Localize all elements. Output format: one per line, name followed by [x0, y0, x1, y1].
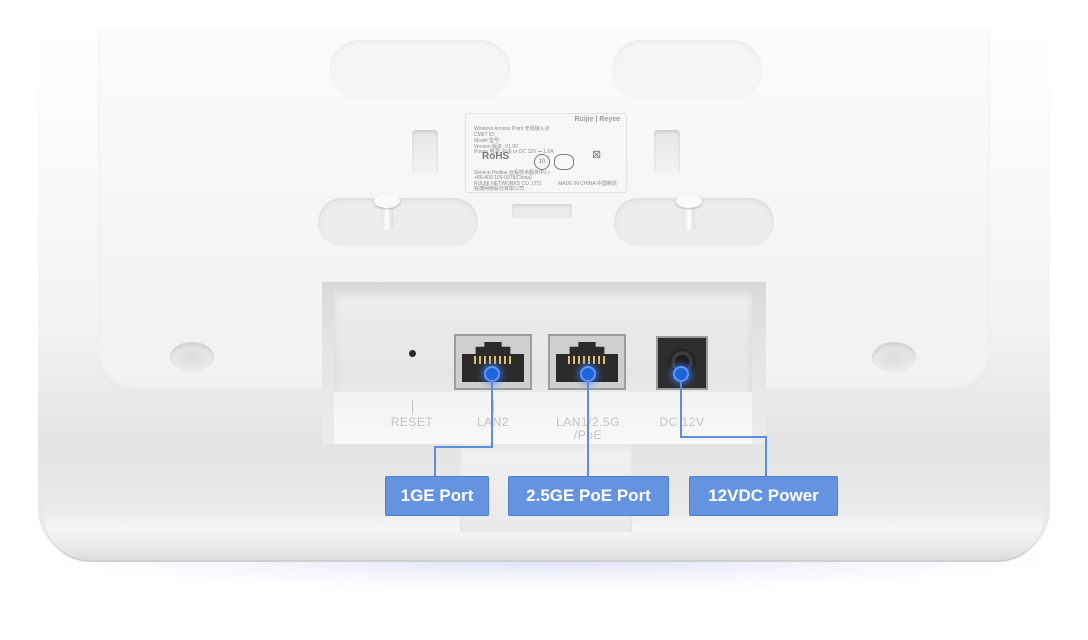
label-line: MADE IN CHINA 中国制造	[558, 181, 617, 187]
product-photo: Ruijie | Reyee Wireless Access Point 无线接…	[0, 0, 1088, 640]
lan2-engraving: LAN2	[476, 415, 510, 429]
callout-line	[491, 374, 493, 448]
dc-highlight-dot	[673, 366, 689, 382]
callout-line	[680, 436, 766, 438]
mount-peg-left	[374, 194, 400, 232]
mount-slot-right	[654, 130, 680, 174]
mount-slot-left	[412, 130, 438, 174]
mount-peg-right	[676, 194, 702, 232]
center-notch	[512, 204, 572, 218]
product-label: Ruijie | Reyee Wireless Access Point 无线接…	[466, 114, 626, 192]
screw-hole-left	[170, 342, 214, 372]
callout-12vdc-power: 12VDC Power	[689, 476, 838, 516]
weee-bin-icon: ⊠	[592, 149, 602, 161]
callout-line	[680, 374, 682, 438]
callout-2-5ge-poe-port: 2.5GE PoE Port	[508, 476, 669, 516]
top-recess-right	[612, 40, 762, 100]
lan1-highlight-dot	[580, 366, 596, 382]
label-brand: Ruijie | Reyee	[574, 116, 620, 123]
callout-line	[434, 446, 492, 448]
dc-engraving: DC 12V	[659, 415, 705, 429]
reset-tick	[412, 400, 413, 414]
callout-1ge-port: 1GE Port	[385, 476, 489, 516]
epup-mark: 10	[534, 154, 550, 170]
label-line: 锐捷网络股份有限公司	[474, 186, 525, 192]
reset-engraving: RESET	[390, 415, 434, 429]
callout-line	[587, 374, 589, 476]
top-recess-left	[330, 40, 510, 100]
screw-hole-right	[872, 342, 916, 372]
reset-button[interactable]	[409, 350, 416, 357]
rohs-mark: RoHS	[482, 151, 510, 162]
lan2-highlight-dot	[484, 366, 500, 382]
ccc-mark	[554, 154, 574, 170]
lan2-tick	[493, 400, 494, 414]
callout-line	[765, 436, 767, 476]
callout-line	[434, 446, 436, 476]
